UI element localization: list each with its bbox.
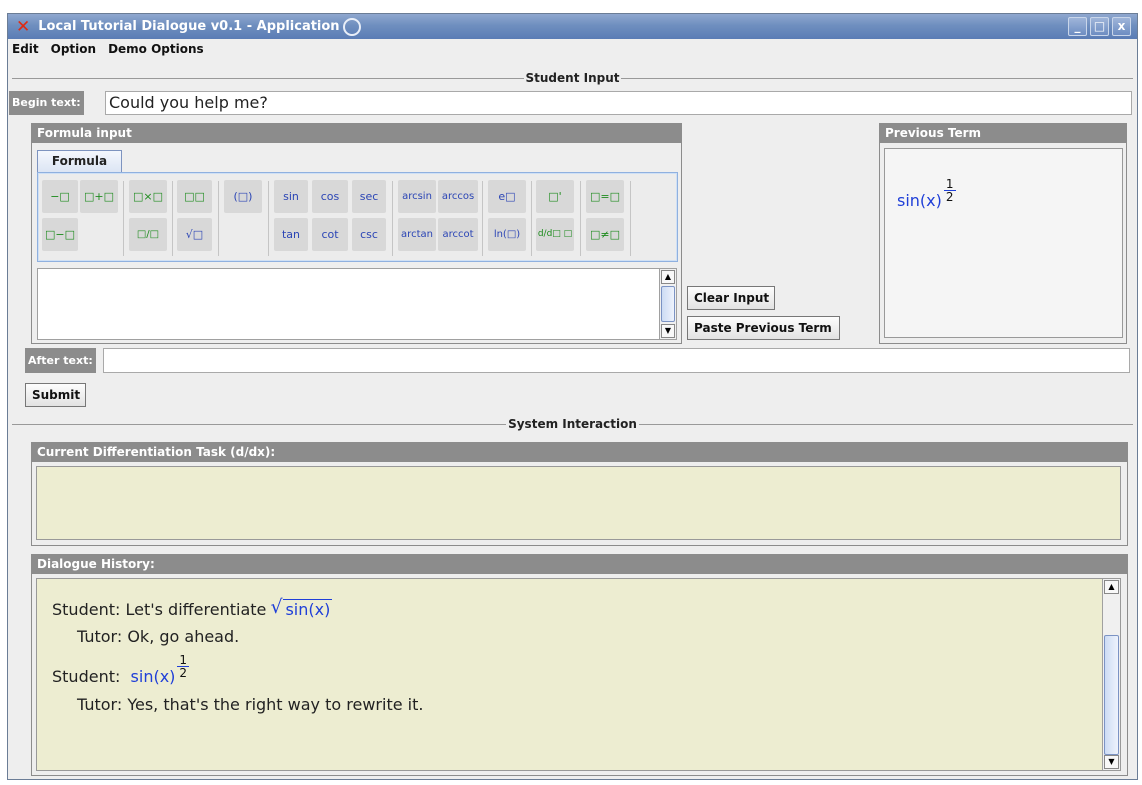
arccot-button[interactable]: arccot xyxy=(438,218,478,251)
history-line-4: Tutor: Yes, that's the right way to rewr… xyxy=(77,695,424,714)
cot-button[interactable]: cot xyxy=(312,218,348,251)
swirl-icon xyxy=(342,17,361,36)
dialogue-history-title: Dialogue History: xyxy=(32,555,1127,574)
history-line-3: Student: sin(x) 1 2 xyxy=(52,653,190,686)
system-interaction-header: System Interaction xyxy=(12,417,1133,431)
arcsin-button[interactable]: arcsin xyxy=(398,180,436,213)
previous-term-formula: sin(x) 1 2 xyxy=(897,177,956,210)
not-equals-button[interactable]: □≠□ xyxy=(586,218,624,251)
differentiation-task-panel: Current Differentiation Task (d/dx): xyxy=(31,442,1128,546)
app-x-icon: ✕ xyxy=(16,16,31,37)
maximize-button[interactable]: □ xyxy=(1090,17,1109,36)
menu-bar: Edit Option Demo Options xyxy=(8,39,1137,59)
begin-text-input[interactable]: Could you help me? xyxy=(105,91,1132,115)
scroll-thumb[interactable] xyxy=(661,286,675,322)
formula-palette: −□ □+□ □−□ □×□ □/□ □□ √□ (□) sin cos sec… xyxy=(37,172,678,262)
sec-button[interactable]: sec xyxy=(352,180,386,213)
history-scroll-down-icon[interactable]: ▼ xyxy=(1104,755,1119,769)
minimize-button[interactable]: _ xyxy=(1068,17,1087,36)
menu-demo-options[interactable]: Demo Options xyxy=(108,42,204,56)
multiply-button[interactable]: □×□ xyxy=(129,180,167,213)
fraction-button[interactable]: □/□ xyxy=(129,218,167,251)
formula-input-title: Formula input xyxy=(32,124,681,143)
sqrt-button[interactable]: √□ xyxy=(177,218,212,251)
derivative-button[interactable]: d/d□ □ xyxy=(536,218,574,251)
after-text-label: After text: xyxy=(25,348,96,373)
differentiation-task-display xyxy=(36,466,1121,540)
clear-input-button[interactable]: Clear Input xyxy=(687,286,775,310)
scroll-down-icon[interactable]: ▼ xyxy=(661,324,675,338)
formula-editor[interactable]: ▲ ▼ xyxy=(37,268,677,340)
add-button[interactable]: □+□ xyxy=(80,180,118,213)
cos-button[interactable]: cos xyxy=(312,180,348,213)
history-scroll-thumb[interactable] xyxy=(1104,635,1119,755)
paste-previous-term-button[interactable]: Paste Previous Term xyxy=(687,316,840,340)
history-scrollbar[interactable]: ▲ ▼ xyxy=(1102,579,1120,770)
previous-term-panel: Previous Term sin(x) 1 2 xyxy=(879,123,1127,344)
dialogue-history-display: – – – – – – – – – – – – – – – – – – – – … xyxy=(36,578,1121,771)
close-button[interactable]: x xyxy=(1112,17,1131,36)
window-title: Local Tutorial Dialogue v0.1 - Applicati… xyxy=(38,19,340,34)
student-input-header: Student Input xyxy=(12,71,1133,85)
sin-button[interactable]: sin xyxy=(274,180,308,213)
prime-button[interactable]: □' xyxy=(536,180,574,213)
tab-formula[interactable]: Formula xyxy=(37,150,122,172)
formula-scrollbar[interactable]: ▲ ▼ xyxy=(659,269,676,339)
history-line-1: Student: Let's differentiate sin(x) xyxy=(52,596,333,619)
history-clipped-line: – – – – – – – – – – – – – – – – – – – – … xyxy=(52,579,335,585)
scroll-up-icon[interactable]: ▲ xyxy=(661,270,675,284)
differentiation-task-title: Current Differentiation Task (d/dx): xyxy=(32,443,1127,462)
arctan-button[interactable]: arctan xyxy=(398,218,436,251)
subtract-button[interactable]: □−□ xyxy=(42,218,78,251)
history-scroll-up-icon[interactable]: ▲ xyxy=(1104,580,1119,594)
formula-input-panel: Formula input Formula −□ □+□ □−□ □×□ □/□… xyxy=(31,123,682,344)
parentheses-button[interactable]: (□) xyxy=(224,180,262,213)
negate-button[interactable]: −□ xyxy=(42,180,78,213)
previous-term-display: sin(x) 1 2 xyxy=(884,148,1123,338)
power-button[interactable]: □□ xyxy=(177,180,212,213)
application-window: ✕ Local Tutorial Dialogue v0.1 - Applica… xyxy=(7,13,1138,780)
after-text-input[interactable] xyxy=(103,348,1130,373)
tan-button[interactable]: tan xyxy=(274,218,308,251)
history-line-2: Tutor: Ok, go ahead. xyxy=(77,627,240,646)
submit-button[interactable]: Submit xyxy=(25,383,86,407)
dialogue-history-panel: Dialogue History: – – – – – – – – – – – … xyxy=(31,554,1128,776)
menu-option[interactable]: Option xyxy=(51,42,96,56)
begin-text-label: Begin text: xyxy=(9,91,84,115)
previous-term-title: Previous Term xyxy=(880,124,1126,143)
title-bar[interactable]: ✕ Local Tutorial Dialogue v0.1 - Applica… xyxy=(8,14,1137,39)
csc-button[interactable]: csc xyxy=(352,218,386,251)
exp-button[interactable]: e□ xyxy=(488,180,526,213)
equals-button[interactable]: □=□ xyxy=(586,180,624,213)
menu-edit[interactable]: Edit xyxy=(12,42,39,56)
arccos-button[interactable]: arccos xyxy=(438,180,478,213)
ln-button[interactable]: ln(□) xyxy=(488,218,526,251)
